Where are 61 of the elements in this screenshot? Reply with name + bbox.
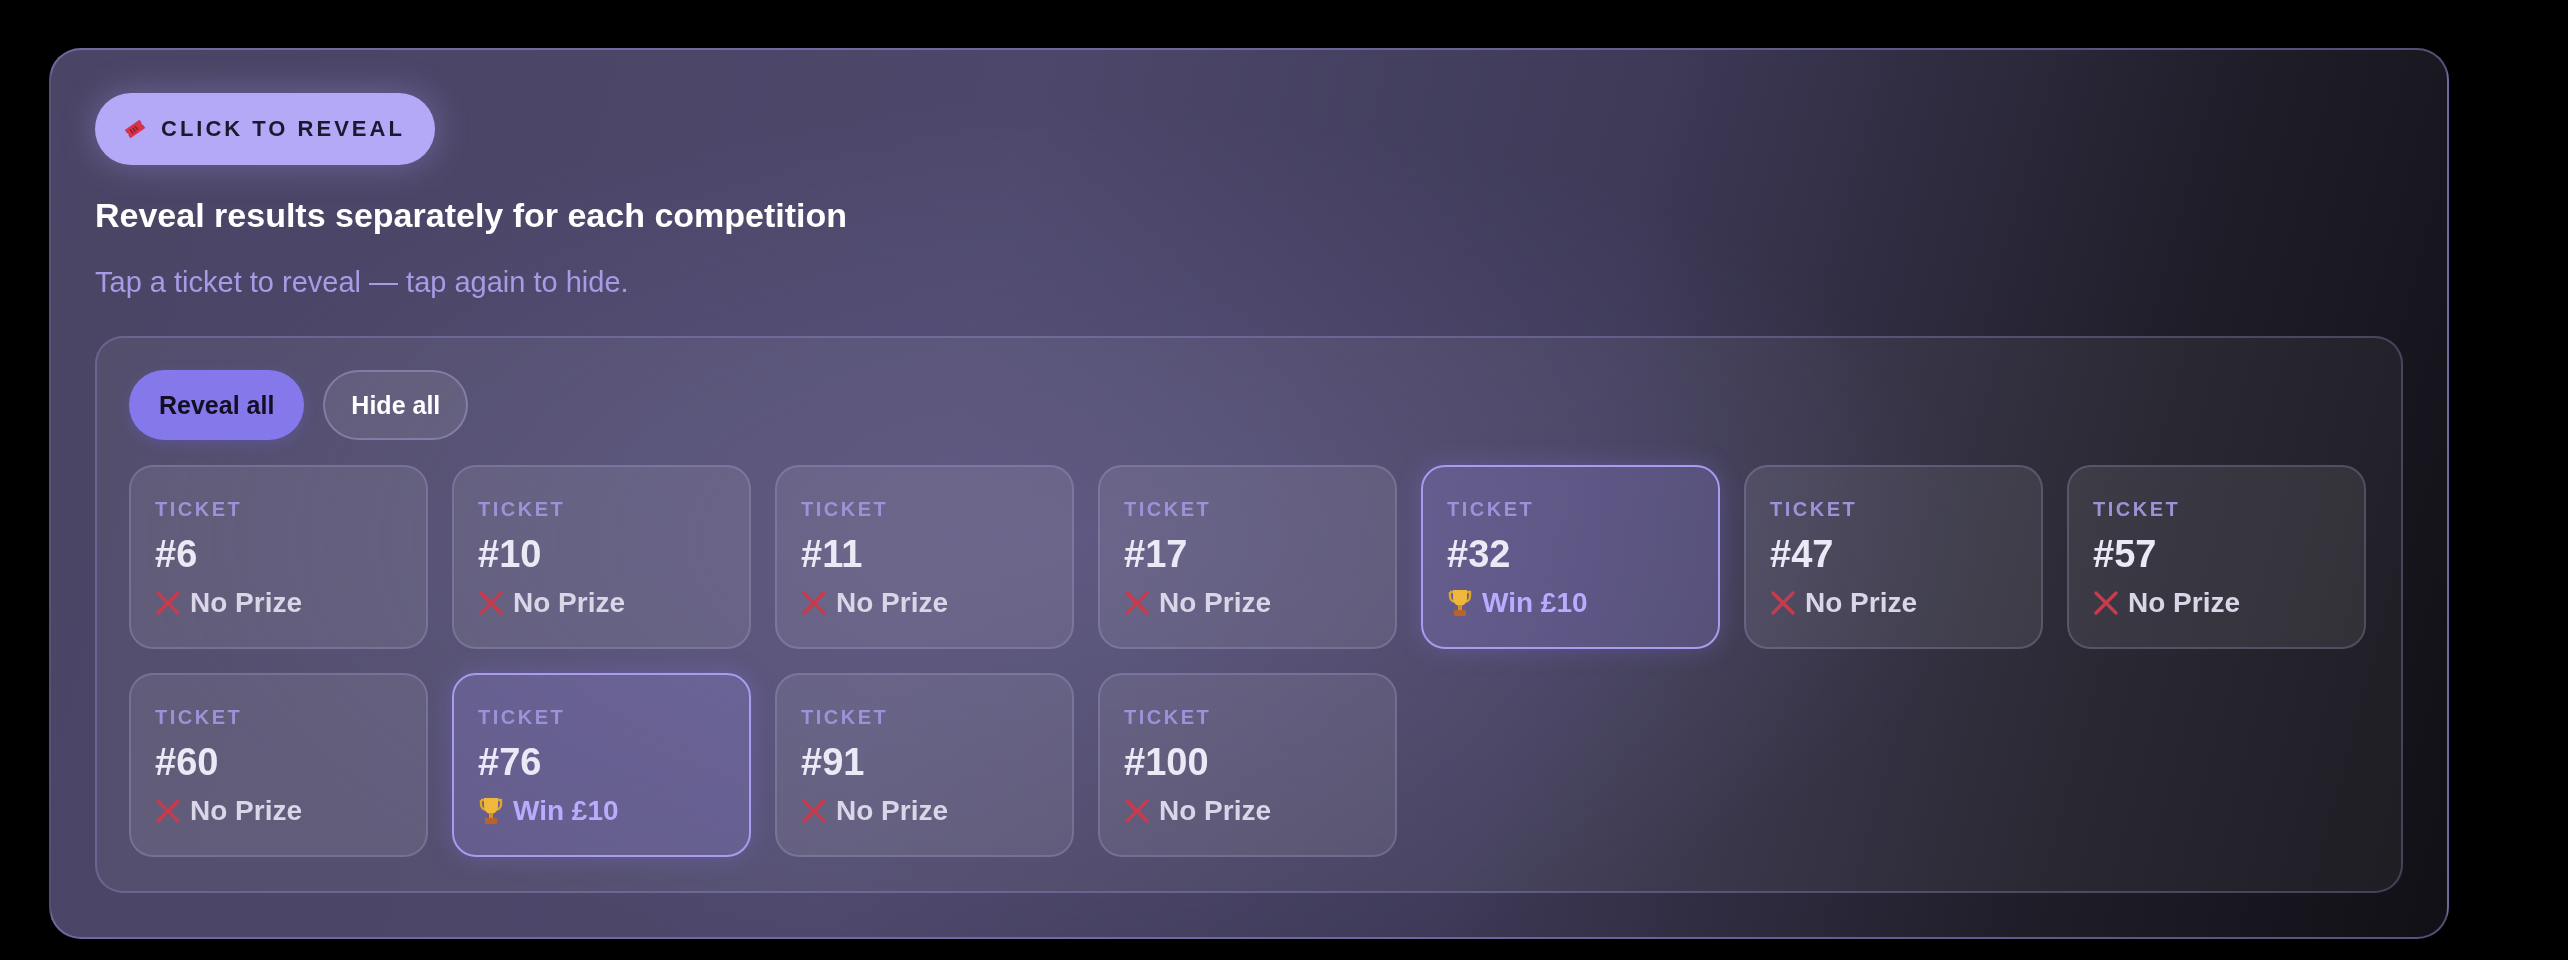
result-text: No Prize <box>836 586 949 620</box>
ticket-card[interactable]: TICKET #91 No Prize <box>775 673 1074 857</box>
ticket-label: TICKET <box>1770 497 1858 521</box>
ticket-number: #76 <box>478 740 542 784</box>
cross-icon <box>478 590 504 616</box>
hide-all-button[interactable]: Hide all <box>323 370 469 440</box>
ticket-number: #100 <box>1124 740 1209 784</box>
ticket-number: #57 <box>2093 532 2157 576</box>
result-text: Win £10 <box>513 794 619 828</box>
ticket-number: #6 <box>155 532 198 576</box>
result-text: No Prize <box>2128 586 2241 620</box>
ticket-label: TICKET <box>2093 497 2181 521</box>
ticket-label: TICKET <box>478 497 566 521</box>
reveal-chip[interactable]: CLICK TO REVEAL <box>95 93 435 165</box>
cross-icon <box>2093 590 2119 616</box>
section-title: Reveal results separately for each competition <box>95 195 849 236</box>
cross-icon <box>155 590 181 616</box>
result-text: Win £10 <box>1482 586 1588 620</box>
reveal-all-button[interactable]: Reveal all <box>129 370 305 440</box>
ticket-label: TICKET <box>801 705 889 729</box>
ticket-card[interactable]: TICKET #32 Win £10 <box>1421 465 1720 649</box>
result-text: No Prize <box>1805 586 1918 620</box>
ticket-number: #11 <box>801 532 863 576</box>
cross-icon <box>801 590 827 616</box>
ticket-number: #17 <box>1124 532 1188 576</box>
result-text: No Prize <box>190 586 303 620</box>
ticket-icon <box>123 119 147 139</box>
ticket-label: TICKET <box>1124 705 1212 729</box>
ticket-number: #91 <box>801 740 865 784</box>
cross-icon <box>155 798 181 824</box>
cross-icon <box>1770 590 1796 616</box>
ticket-label: TICKET <box>1124 497 1212 521</box>
cross-icon <box>1124 798 1150 824</box>
result-text: No Prize <box>1159 794 1272 828</box>
ticket-label: TICKET <box>801 497 889 521</box>
result-text: No Prize <box>513 586 626 620</box>
hint-text: Tap a ticket to reveal — tap again to hide. <box>95 265 630 300</box>
ticket-label: TICKET <box>155 497 243 521</box>
result-text: No Prize <box>190 794 303 828</box>
ticket-card[interactable]: TICKET #6 No Prize <box>129 465 428 649</box>
ticket-label: TICKET <box>155 705 243 729</box>
cross-icon <box>801 798 827 824</box>
ticket-card[interactable]: TICKET #100 No Prize <box>1098 673 1397 857</box>
trophy-icon <box>1447 589 1473 617</box>
ticket-label: TICKET <box>478 705 566 729</box>
ticket-card[interactable]: TICKET #10 No Prize <box>452 465 751 649</box>
ticket-card[interactable]: TICKET #57 No Prize <box>2067 465 2366 649</box>
ticket-number: #60 <box>155 740 219 784</box>
cross-icon <box>1124 590 1150 616</box>
ticket-number: #47 <box>1770 532 1834 576</box>
ticket-label: TICKET <box>1447 497 1535 521</box>
ticket-number: #32 <box>1447 532 1511 576</box>
result-text: No Prize <box>1159 586 1272 620</box>
ticket-card[interactable]: TICKET #11 No Prize <box>775 465 1074 649</box>
ticket-card[interactable]: TICKET #76 Win £10 <box>452 673 751 857</box>
result-text: No Prize <box>836 794 949 828</box>
ticket-number: #10 <box>478 532 542 576</box>
ticket-card[interactable]: TICKET #47 No Prize <box>1744 465 2043 649</box>
trophy-icon <box>478 797 504 825</box>
ticket-card[interactable]: TICKET #60 No Prize <box>129 673 428 857</box>
ticket-card[interactable]: TICKET #17 No Prize <box>1098 465 1397 649</box>
